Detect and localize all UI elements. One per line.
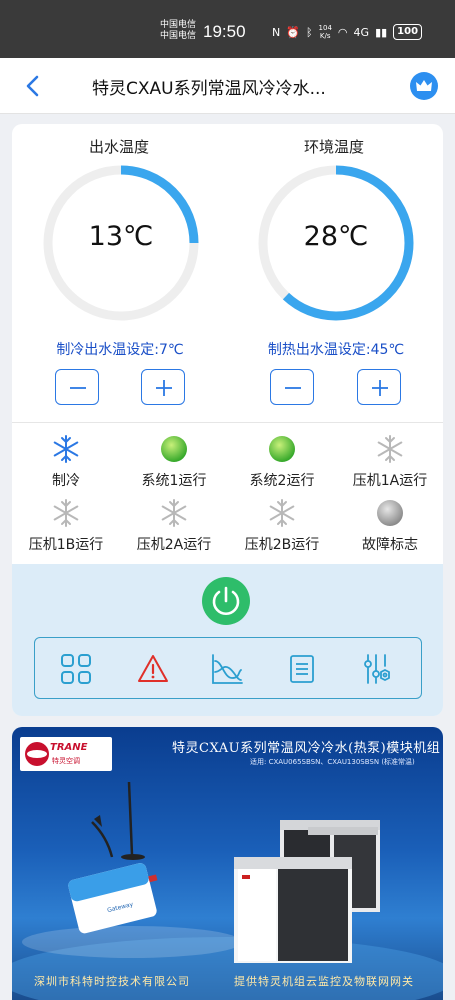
outlet-temp-label: 出水温度	[88, 138, 149, 156]
status-label: 压机2A运行	[136, 537, 212, 553]
network-label: 4G	[353, 25, 370, 39]
status-compressor-2b: 压机2B运行	[228, 498, 336, 554]
ambient-temp-value: 28℃	[303, 221, 369, 252]
cooling-setpoint-label: 制冷出水温设定:7℃	[56, 342, 184, 358]
status-label: 制冷	[52, 473, 80, 489]
net-speed: 104 K/s	[318, 24, 332, 40]
power-icon	[212, 586, 240, 615]
banner-company: 深圳市科特时控技术有限公司	[34, 975, 190, 988]
cooling-decrease-button[interactable]	[55, 369, 99, 405]
carrier-label: 中国电信 中国电信	[160, 20, 197, 41]
alarm-icon: ⏰	[286, 25, 300, 39]
heating-increase-button[interactable]	[357, 369, 401, 405]
brand-cn: 特灵空调	[52, 757, 80, 765]
function-toolbar	[34, 637, 422, 699]
page-title: 特灵CXAU系列常温风冷冷水...	[92, 79, 326, 99]
crown-icon[interactable]	[410, 72, 438, 100]
grid-icon[interactable]	[59, 652, 93, 686]
warning-icon[interactable]	[136, 652, 170, 686]
control-area	[12, 564, 443, 716]
status-bar: 中国电信 中国电信 19:50 N ⏰ ᛒ 104 K/s ◠ 4G ▮▮ 100	[0, 0, 455, 58]
bluetooth-icon: ᛒ	[305, 25, 313, 39]
back-icon[interactable]	[20, 72, 48, 100]
status-label: 压机1B运行	[28, 537, 104, 553]
status-compressor-2a: 压机2A运行	[120, 498, 228, 554]
heating-setpoint-label: 制热出水温设定:45℃	[267, 342, 405, 358]
green-dot-icon	[161, 436, 187, 462]
snowflake-icon	[53, 435, 79, 463]
cooling-increase-button[interactable]	[141, 369, 185, 405]
trane-logo: TRANE 特灵空调	[20, 737, 112, 771]
banner-title: 特灵CXAU系列常温风冷冷水(热泵)模块机组	[172, 741, 441, 756]
settings-sliders-icon[interactable]	[361, 652, 395, 686]
status-fault: 故障标志	[336, 498, 443, 554]
outlet-temp-gauge: 13℃	[39, 161, 203, 325]
wifi-icon: ◠	[337, 25, 348, 39]
heating-decrease-button[interactable]	[270, 369, 314, 405]
snowflake-icon	[377, 435, 403, 463]
status-icons: N ⏰ ᛒ 104 K/s ◠ 4G ▮▮ 100	[272, 24, 423, 40]
list-icon[interactable]	[285, 652, 319, 686]
outlet-temp-value: 13℃	[88, 221, 154, 252]
status-label: 压机2B运行	[244, 537, 320, 553]
status-compressor-1b: 压机1B运行	[12, 498, 120, 554]
divider	[12, 422, 443, 423]
banner-subtitle: 适用: CXAU065SBSN、CXAU130SBSN (标准常温)	[250, 758, 415, 766]
app-header: 特灵CXAU系列常温风冷冷水...	[0, 58, 455, 114]
clock: 19:50	[203, 22, 246, 41]
status-label: 压机1A运行	[352, 473, 428, 489]
snowflake-icon	[161, 499, 187, 527]
battery-icon: 100	[393, 24, 423, 40]
status-compressor-1a: 压机1A运行	[336, 434, 443, 490]
brand-name: TRANE	[50, 742, 88, 753]
snowflake-icon	[53, 499, 79, 527]
nfc-icon: N	[272, 25, 281, 39]
gray-dot-icon	[377, 500, 403, 526]
status-cooling: 制冷	[12, 434, 120, 490]
status-label: 系统2运行	[249, 473, 315, 489]
ambient-temp-label: 环境温度	[303, 138, 364, 156]
trane-emblem-icon	[25, 742, 49, 766]
power-button[interactable]	[202, 577, 250, 625]
banner-slogan: 提供特灵机组云监控及物联网网关	[234, 975, 414, 988]
status-label: 系统1运行	[141, 473, 207, 489]
signal-icon: ▮▮	[375, 25, 388, 39]
chart-icon[interactable]	[210, 652, 244, 686]
green-dot-icon	[269, 436, 295, 462]
snowflake-icon	[269, 499, 295, 527]
status-label: 故障标志	[362, 537, 418, 553]
product-banner[interactable]: Gateway TRANE 特灵空调 特灵CXAU系列常温风冷冷水(热泵)模块机…	[12, 727, 443, 1000]
status-system1: 系统1运行	[120, 434, 228, 490]
status-system2: 系统2运行	[228, 434, 336, 490]
status-card: 出水温度 13℃ 环境温度 28℃ 制冷出水温设定:7℃ 制热出水温设定:45℃	[12, 124, 443, 716]
ambient-temp-gauge: 28℃	[254, 161, 418, 325]
